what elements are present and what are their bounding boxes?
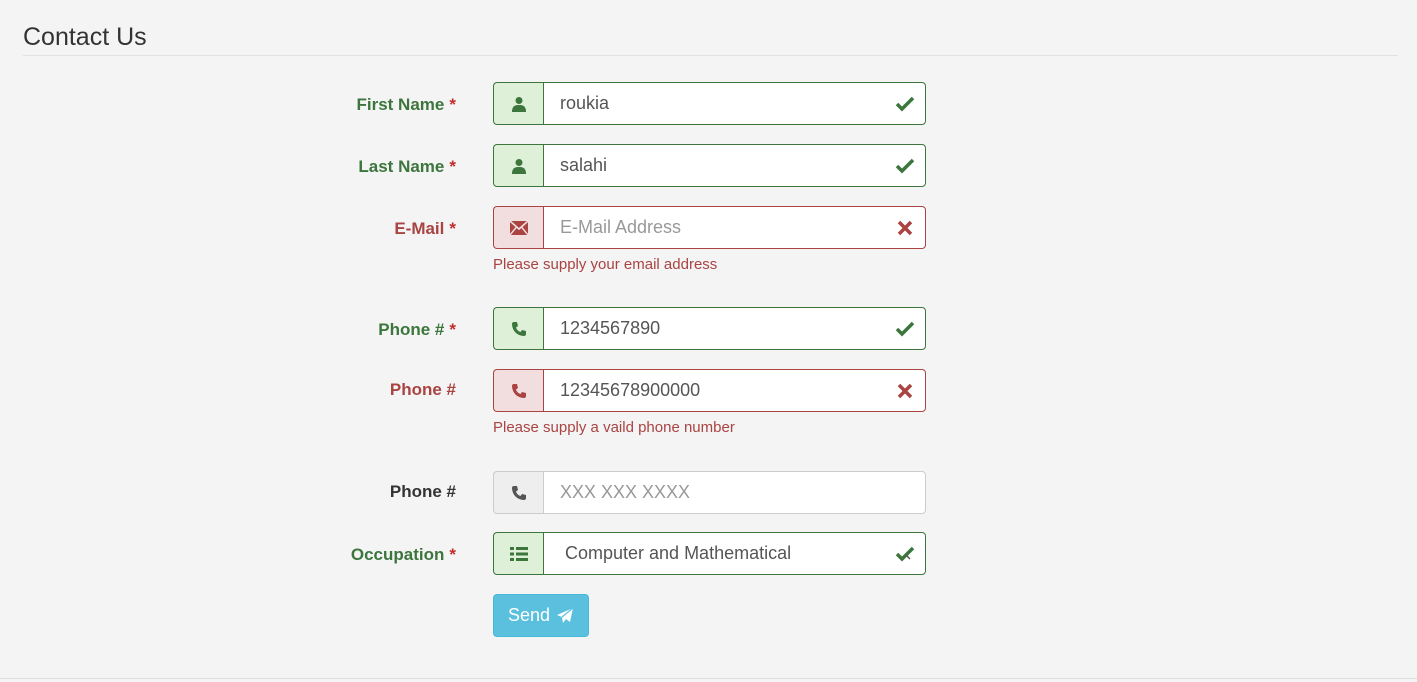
occupation-group: Computer and Mathematical [493, 532, 926, 575]
user-icon [493, 82, 543, 125]
email-input[interactable] [560, 217, 880, 238]
phone-input-2[interactable] [560, 380, 880, 401]
check-icon [895, 546, 915, 562]
phone-field-2 [543, 369, 926, 412]
phone-label-2: Phone # [389, 380, 456, 399]
phone-label-3: Phone # [389, 482, 456, 501]
occupation-label: Occupation * [350, 545, 456, 564]
paper-plane-icon [557, 607, 574, 623]
email-field [543, 206, 926, 249]
form-legend: Contact Us [23, 20, 1398, 56]
email-group [493, 206, 926, 249]
phone-label-1: Phone # * [378, 320, 456, 339]
bottom-divider [0, 678, 1417, 679]
phone-group-3 [493, 471, 926, 514]
first-name-group [493, 82, 926, 125]
phone-icon [493, 369, 543, 412]
check-icon [895, 158, 915, 174]
phone-field-3 [543, 471, 926, 514]
occupation-selected-value: Computer and Mathematical [565, 543, 792, 563]
phone-icon [493, 307, 543, 350]
error-x-icon [897, 383, 913, 399]
envelope-icon [493, 206, 543, 249]
occupation-select[interactable]: Computer and Mathematical [543, 532, 926, 575]
phone-input-1[interactable] [560, 318, 880, 339]
send-button[interactable]: Send [493, 594, 589, 637]
phone-icon [493, 471, 543, 514]
first-name-field [543, 82, 926, 125]
list-icon [493, 532, 543, 575]
phone-field-1 [543, 307, 926, 350]
send-button-label: Send [507, 605, 551, 625]
check-icon [895, 96, 915, 112]
email-help-text: Please supply your email address [493, 256, 718, 273]
error-x-icon [897, 220, 913, 236]
first-name-input[interactable] [560, 93, 880, 114]
last-name-field [543, 144, 926, 187]
last-name-label: Last Name * [358, 157, 456, 176]
phone-group-1 [493, 307, 926, 350]
last-name-group [493, 144, 926, 187]
check-icon [895, 321, 915, 337]
last-name-input[interactable] [560, 155, 880, 176]
email-label: E-Mail * [394, 219, 456, 238]
user-icon [493, 144, 543, 187]
phone-input-3[interactable] [560, 482, 880, 503]
first-name-label: First Name * [356, 95, 457, 114]
phone-group-2 [493, 369, 926, 412]
phone-help-text: Please supply a vaild phone number [493, 419, 735, 436]
